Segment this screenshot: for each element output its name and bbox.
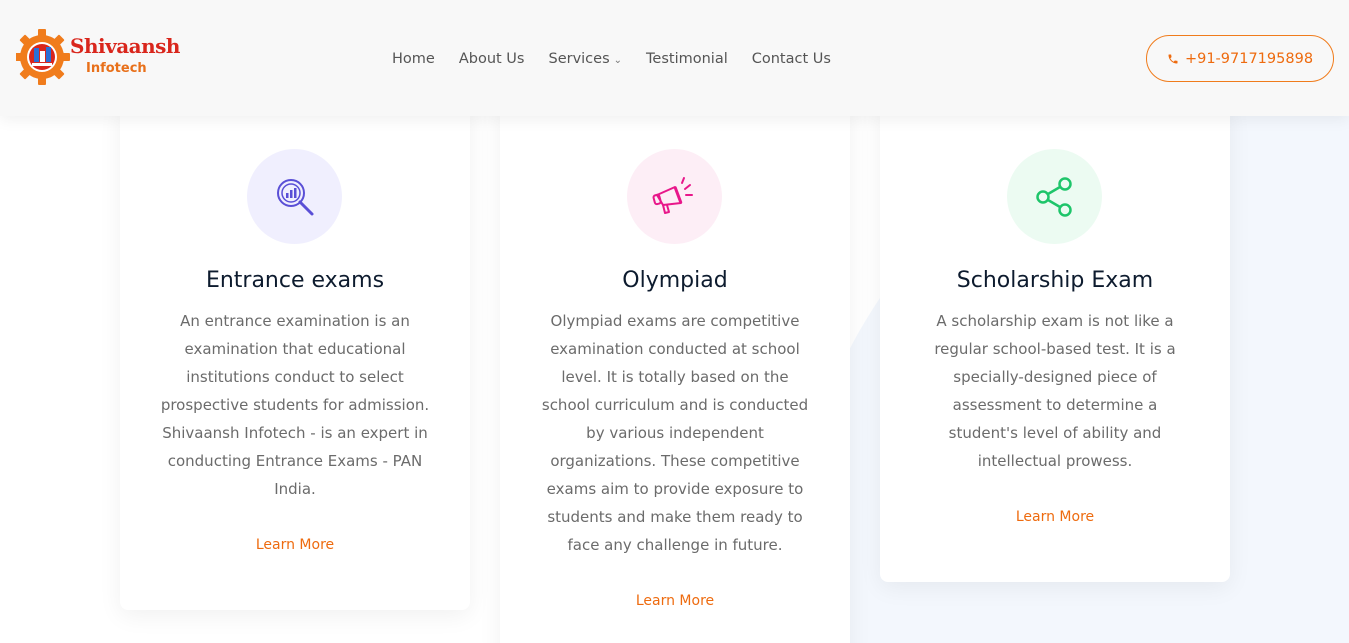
nav-about-label: About Us — [458, 51, 525, 67]
nav-contact-label: Contact Us — [751, 51, 831, 67]
gear-logo-icon — [14, 29, 70, 85]
nav-testimonial-label: Testimonial — [646, 51, 728, 67]
card-description: A scholarship exam is not like a regular… — [934, 312, 1176, 470]
icon-circle — [247, 149, 342, 244]
phone-number: +91-9717195898 — [1184, 50, 1314, 67]
learn-more-link[interactable]: Learn More — [500, 593, 850, 609]
nav-home-label: Home — [392, 51, 435, 67]
logo-title: Shivaansh — [70, 34, 180, 58]
nav-home[interactable]: Home — [392, 51, 435, 67]
nav-services[interactable]: Services ⌄ — [548, 51, 622, 67]
card-description: Olympiad exams are competitive examinati… — [541, 312, 809, 554]
icon-circle — [1007, 149, 1102, 244]
card-entrance-exams: Entrance exams An entrance examination i… — [120, 100, 470, 610]
learn-more-link[interactable]: Learn More — [880, 509, 1230, 525]
learn-more-link[interactable]: Learn More — [120, 537, 470, 553]
icon-circle — [627, 149, 722, 244]
chevron-down-icon: ⌄ — [613, 54, 623, 66]
nav-contact-us[interactable]: Contact Us — [752, 51, 831, 67]
megaphone-icon — [652, 176, 693, 214]
card-olympiad: Olympiad Olympiad exams are competitive … — [500, 100, 850, 643]
phone-icon — [1168, 54, 1178, 63]
site-header: Shivaansh Infotech Home About Us Service… — [0, 0, 1349, 116]
phone-button[interactable]: +91-9717195898 — [1146, 35, 1334, 82]
card-scholarship-exam: Scholarship Exam A scholarship exam is n… — [880, 100, 1230, 582]
card-title: Scholarship Exam — [956, 268, 1154, 293]
card-title: Olympiad — [622, 268, 728, 293]
nav-services-label: Services — [548, 51, 610, 67]
card-description: An entrance examination is an examinatio… — [160, 312, 430, 498]
nav-about-us[interactable]: About Us — [459, 51, 525, 67]
card-title: Entrance exams — [205, 268, 385, 293]
logo-subtitle: Infotech — [86, 61, 147, 76]
chart-magnifier-icon — [276, 178, 313, 215]
main-nav: Home About Us Services ⌄ Testimonial Cont… — [392, 48, 831, 70]
nav-testimonial[interactable]: Testimonial — [646, 51, 728, 67]
share-icon — [1035, 176, 1072, 217]
